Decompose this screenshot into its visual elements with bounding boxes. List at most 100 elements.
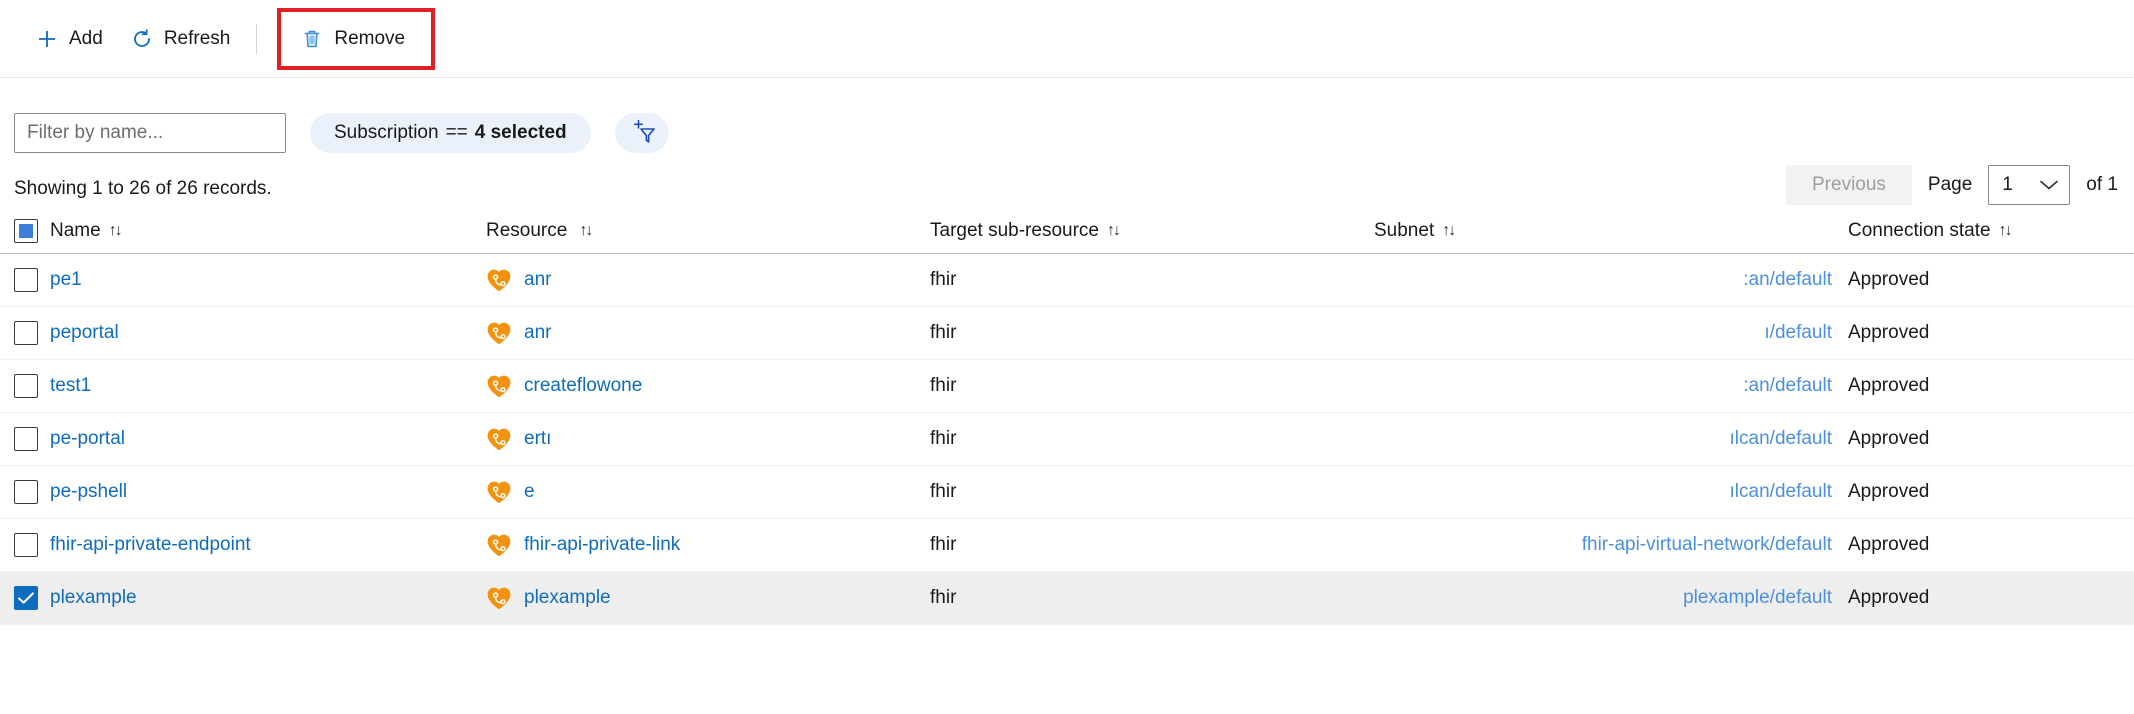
row-checkbox[interactable] xyxy=(14,321,38,345)
previous-page-button[interactable]: Previous xyxy=(1786,165,1912,205)
cell-connection-state: Approved xyxy=(1848,269,2128,291)
subnet-link[interactable]: :an/default xyxy=(1743,269,1832,291)
subnet-link[interactable]: fhir-api-virtual-network/default xyxy=(1582,534,1832,556)
cell-subnet: :an/default xyxy=(1374,269,1848,291)
cell-name: pe-pshell xyxy=(50,481,486,503)
subnet-link[interactable]: ılcan/default xyxy=(1730,481,1832,503)
row-checkbox[interactable] xyxy=(14,268,38,292)
table-row[interactable]: fhir-api-private-endpoint fhir-api-priva… xyxy=(0,519,2134,572)
subscription-filter-pill[interactable]: Subscription == 4 selected xyxy=(310,113,591,153)
toolbar-separator xyxy=(256,24,257,54)
cell-target-sub-resource: fhir xyxy=(930,534,1374,556)
select-all-cell xyxy=(14,219,50,243)
subnet-link[interactable]: :an/default xyxy=(1743,375,1832,397)
name-link[interactable]: fhir-api-private-endpoint xyxy=(50,534,251,555)
remove-button[interactable]: Remove xyxy=(287,17,419,61)
select-all-checkbox[interactable] xyxy=(14,219,38,243)
name-link[interactable]: test1 xyxy=(50,375,91,396)
subnet-link[interactable]: ılcan/default xyxy=(1730,428,1832,450)
column-header-target-sub-resource-label: Target sub-resource xyxy=(930,220,1099,242)
add-label: Add xyxy=(69,28,103,50)
pagination-controls: Previous Page 1 of 1 xyxy=(1786,165,2118,205)
resource-link[interactable]: anr xyxy=(524,322,551,344)
health-data-services-icon xyxy=(486,320,512,346)
records-summary: Showing 1 to 26 of 26 records. xyxy=(14,178,272,200)
name-link[interactable]: pe-portal xyxy=(50,428,125,449)
row-checkbox[interactable] xyxy=(14,586,38,610)
table-row[interactable]: plexample plexample fhir plexample/defau… xyxy=(0,572,2134,625)
health-data-services-icon xyxy=(486,585,512,611)
add-button[interactable]: Add xyxy=(22,17,117,61)
row-checkbox[interactable] xyxy=(14,374,38,398)
subscription-filter-value: 4 selected xyxy=(475,122,567,144)
add-filter-icon xyxy=(627,117,657,150)
cell-name: fhir-api-private-endpoint xyxy=(50,534,486,556)
table-row[interactable]: pe-pshell e fhir ılcan/default Approved xyxy=(0,466,2134,519)
subscription-filter-operator: == xyxy=(446,122,468,144)
subscription-filter-field: Subscription xyxy=(334,122,439,144)
cell-resource: createflowone xyxy=(486,373,930,399)
cell-resource: anr xyxy=(486,320,930,346)
row-checkbox[interactable] xyxy=(14,533,38,557)
resource-link[interactable]: e xyxy=(524,481,535,503)
column-header-connection-state[interactable]: Connection state ↑↓ xyxy=(1848,220,2128,242)
row-select-cell xyxy=(14,321,50,345)
resource-link[interactable]: fhir-api-private-link xyxy=(524,534,680,556)
cell-target-sub-resource: fhir xyxy=(930,375,1374,397)
cell-resource: plexample xyxy=(486,585,930,611)
resource-link[interactable]: createflowone xyxy=(524,375,642,397)
cell-connection-state: Approved xyxy=(1848,322,2128,344)
page-number-select[interactable]: 1 xyxy=(1988,165,2070,205)
check-icon xyxy=(17,591,35,605)
row-select-cell xyxy=(14,427,50,451)
cell-connection-state: Approved xyxy=(1848,375,2128,397)
filter-by-name-input[interactable] xyxy=(14,113,286,153)
cell-resource: fhir-api-private-link xyxy=(486,532,930,558)
cell-connection-state: Approved xyxy=(1848,534,2128,556)
cell-resource: ertı xyxy=(486,426,930,452)
refresh-button[interactable]: Refresh xyxy=(117,17,245,61)
row-checkbox[interactable] xyxy=(14,427,38,451)
cell-name: pe1 xyxy=(50,269,486,291)
command-toolbar: Add Refresh xyxy=(0,0,2134,78)
chevron-down-icon xyxy=(2038,178,2060,192)
table-row[interactable]: pe1 anr fhir :an/default Approved xyxy=(0,254,2134,307)
table-body: pe1 anr fhir :an/default Approved peport… xyxy=(0,254,2134,625)
cell-name: test1 xyxy=(50,375,486,397)
health-data-services-icon xyxy=(486,479,512,505)
subnet-link[interactable]: ı/default xyxy=(1764,322,1832,344)
column-header-name[interactable]: Name ↑↓ xyxy=(50,220,486,242)
row-checkbox[interactable] xyxy=(14,480,38,504)
column-header-target-sub-resource[interactable]: Target sub-resource ↑↓ xyxy=(930,220,1374,242)
name-link[interactable]: pe-pshell xyxy=(50,481,127,502)
table-header-row: Name ↑↓ Resource ↑↓ Target sub-resource … xyxy=(0,208,2134,254)
refresh-icon xyxy=(131,28,153,50)
column-header-subnet[interactable]: Subnet ↑↓ xyxy=(1374,220,1848,242)
row-select-cell xyxy=(14,533,50,557)
resource-link[interactable]: plexample xyxy=(524,587,611,609)
column-header-subnet-label: Subnet xyxy=(1374,220,1434,242)
remove-button-highlight-annotation: Remove xyxy=(277,8,435,70)
sort-updown-icon: ↑↓ xyxy=(1999,222,2011,240)
column-header-resource[interactable]: Resource ↑↓ xyxy=(486,220,930,242)
table-row[interactable]: peportal anr fhir ı/default Approved xyxy=(0,307,2134,360)
health-data-services-icon xyxy=(486,373,512,399)
resource-link[interactable]: anr xyxy=(524,269,551,291)
resource-link[interactable]: ertı xyxy=(524,428,551,450)
name-link[interactable]: plexample xyxy=(50,587,137,608)
toolbar-bottom-divider xyxy=(0,77,2134,78)
name-link[interactable]: peportal xyxy=(50,322,119,343)
add-filter-button[interactable] xyxy=(615,113,669,153)
remove-label: Remove xyxy=(334,28,405,50)
table-row[interactable]: pe-portal ertı fhir ılcan/default Approv… xyxy=(0,413,2134,466)
cell-target-sub-resource: fhir xyxy=(930,587,1374,609)
name-link[interactable]: pe1 xyxy=(50,269,82,290)
cell-subnet: plexample/default xyxy=(1374,587,1848,609)
row-select-cell xyxy=(14,480,50,504)
cell-name: pe-portal xyxy=(50,428,486,450)
sort-updown-icon: ↑↓ xyxy=(109,222,121,240)
subnet-link[interactable]: plexample/default xyxy=(1683,587,1832,609)
trash-icon xyxy=(301,28,323,50)
column-header-connection-state-label: Connection state xyxy=(1848,220,1991,242)
table-row[interactable]: test1 createflowone fhir :an/default App… xyxy=(0,360,2134,413)
